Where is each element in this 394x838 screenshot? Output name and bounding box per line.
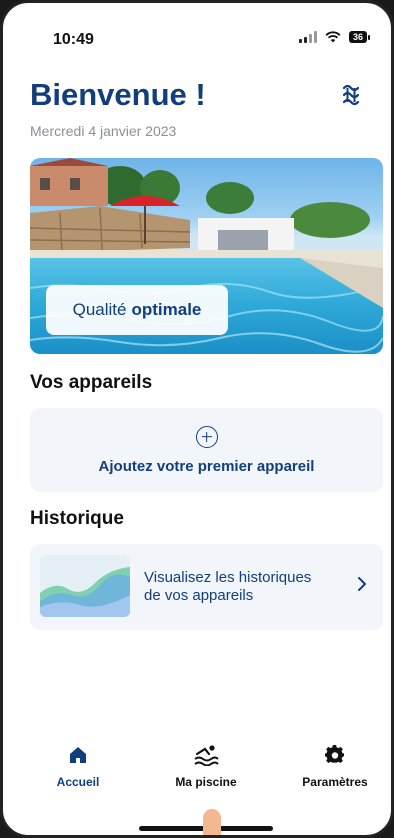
history-line-1: Visualisez les historiques — [144, 569, 312, 586]
add-device-label: Ajoutez votre premier appareil — [98, 457, 315, 475]
home-icon — [65, 743, 91, 767]
current-date: Mercredi 4 janvier 2023 — [30, 123, 177, 139]
water-quality-badge: Qualité optimale — [46, 285, 228, 335]
tab-accueil[interactable]: Accueil — [18, 743, 138, 789]
tab-parametres[interactable]: Paramètres — [275, 743, 391, 789]
status-indicators: 36 — [298, 31, 371, 43]
quality-value: optimale — [131, 300, 202, 319]
tab-parametres-label: Paramètres — [302, 775, 368, 789]
history-chart-icon — [40, 555, 130, 617]
tab-bar: Accueil Ma piscine Paramètres — [3, 743, 391, 803]
status-time: 10:49 — [53, 31, 94, 48]
devices-section-title: Vos appareils — [30, 372, 153, 393]
wifi-icon — [325, 31, 341, 43]
pool-waves-icon[interactable] — [339, 83, 363, 109]
tab-ma-piscine[interactable]: Ma piscine — [146, 743, 266, 789]
battery-icon: 36 — [348, 31, 371, 43]
history-section-title: Historique — [30, 508, 124, 529]
tab-ma-piscine-label: Ma piscine — [175, 775, 237, 789]
signal-icon — [298, 31, 317, 43]
history-line-2: de vos appareils — [144, 587, 254, 604]
swimmer-icon — [193, 743, 219, 767]
phone-screen: 10:49 36 Bienvenue ! Mercredi 4 janvier … — [0, 0, 394, 838]
history-card[interactable]: Visualisez les historiques de vos appare… — [30, 544, 383, 630]
status-bar: 10:49 36 — [3, 3, 391, 73]
plus-circle-icon — [195, 425, 218, 448]
quality-prefix: Qualité — [72, 300, 127, 319]
chevron-right-icon — [358, 577, 366, 591]
page-title: Bienvenue ! — [30, 77, 206, 112]
gear-icon — [322, 743, 348, 767]
history-description: Visualisez les historiques de vos appare… — [144, 569, 344, 605]
tab-accueil-label: Accueil — [56, 775, 100, 789]
add-device-button[interactable]: Ajoutez votre premier appareil — [30, 408, 383, 492]
finger-pointer — [203, 809, 221, 835]
pool-hero-image[interactable]: Qualité optimale — [30, 158, 383, 354]
